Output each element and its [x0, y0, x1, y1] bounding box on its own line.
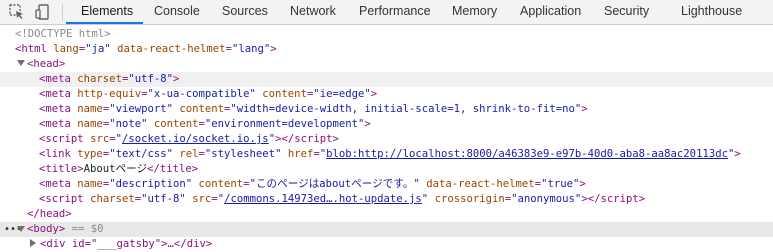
- attr-name: href: [287, 148, 314, 160]
- selected-node-marker: == $0: [65, 223, 104, 235]
- tab-application[interactable]: Application: [520, 0, 581, 24]
- dom-node-title[interactable]: <title>Aboutページ</title>: [0, 162, 773, 177]
- attr-name: content: [153, 118, 199, 130]
- meta-tag: meta: [45, 88, 71, 100]
- link-tag: link: [45, 148, 71, 160]
- attr-name: src: [192, 193, 212, 205]
- attr-value: "environment=development": [204, 118, 365, 130]
- tab-lighthouse[interactable]: Lighthouse: [681, 0, 742, 24]
- devtools-toolbar: Elements Console Sources Network Perform…: [0, 0, 773, 25]
- doctype-text: <!DOCTYPE html>: [15, 28, 111, 40]
- attr-name: type: [77, 148, 103, 160]
- attr-value: "viewport": [109, 103, 173, 115]
- meta-tag: meta: [45, 118, 71, 130]
- attr-name: content: [179, 103, 225, 115]
- attr-name: src: [90, 133, 110, 145]
- inspect-element-icon[interactable]: [8, 3, 26, 21]
- tab-sources[interactable]: Sources: [222, 0, 268, 24]
- attr-value: "utf-8": [141, 193, 186, 205]
- device-toolbar-icon[interactable]: [34, 3, 52, 21]
- attr-name: charset: [90, 193, 135, 205]
- title-text: Aboutページ: [83, 163, 148, 175]
- attr-name: content: [198, 178, 244, 190]
- toolbar-separator: [62, 4, 63, 21]
- script-close-tag: script: [600, 193, 639, 205]
- dom-node-head-close[interactable]: </head>: [0, 207, 773, 222]
- attr-name: data-react-helmet: [426, 178, 535, 190]
- head-close-tag: head: [39, 208, 66, 220]
- dom-node-script-socket[interactable]: <script src="/socket.io/socket.io.js"></…: [0, 132, 773, 147]
- dom-node-meta-charset[interactable]: <meta charset="utf-8">: [0, 72, 773, 87]
- tab-console[interactable]: Console: [154, 0, 200, 24]
- expand-triangle-icon[interactable]: [17, 60, 25, 66]
- attr-value: "anonymous": [511, 193, 582, 205]
- dom-node-meta-viewport[interactable]: <meta name="viewport" content="width=dev…: [0, 102, 773, 117]
- dom-node-head[interactable]: <head>: [0, 57, 773, 72]
- dom-node-body[interactable]: ••• <body> == $0: [0, 222, 773, 237]
- tab-elements[interactable]: Elements: [81, 0, 133, 24]
- html-attr-name: data-react-helmet: [117, 43, 226, 55]
- tab-security[interactable]: Security: [604, 0, 649, 24]
- attr-value: "このページはaboutページです。": [249, 178, 420, 190]
- stylesheet-href-link[interactable]: blob:http://localhost:8000/a46383e9-e97b…: [326, 148, 728, 160]
- attr-name: rel: [179, 148, 199, 160]
- script-close-tag: script: [294, 133, 333, 145]
- dom-node-meta-note[interactable]: <meta name="note" content="environment=d…: [0, 117, 773, 132]
- attr-value: "ie=edge": [313, 88, 371, 100]
- attr-value: "utf-8": [128, 73, 173, 85]
- attr-value: "text/css": [109, 148, 173, 160]
- attr-value: "description": [109, 178, 193, 190]
- tab-network[interactable]: Network: [290, 0, 336, 24]
- dom-node-gatsby-div[interactable]: <div id="___gatsby">…</div>: [0, 237, 773, 252]
- html-attr-value: "ja": [85, 43, 111, 55]
- dom-node-link-stylesheet[interactable]: <link type="text/css" rel="stylesheet" h…: [0, 147, 773, 162]
- title-tag: title: [45, 163, 78, 175]
- dom-node-doctype[interactable]: <!DOCTYPE html>: [0, 27, 773, 42]
- script-src-link[interactable]: /commons.14973ed….hot-update.js: [224, 193, 422, 205]
- attr-value: "width=device-width, initial-scale=1, sh…: [230, 103, 582, 115]
- meta-tag: meta: [45, 178, 71, 190]
- attr-name: name: [77, 103, 103, 115]
- attr-name: content: [262, 88, 307, 100]
- attr-value: "note": [109, 118, 148, 130]
- dom-node-html[interactable]: <html lang="ja" data-react-helmet="lang"…: [0, 42, 773, 57]
- tab-performance[interactable]: Performance: [359, 0, 431, 24]
- html-attr-value: "lang": [231, 43, 271, 55]
- html-attr-name: lang: [53, 43, 79, 55]
- head-tag: head: [33, 58, 59, 70]
- attr-value: "true": [541, 178, 580, 190]
- attr-value: "x-ua-compatible": [147, 88, 256, 100]
- tab-memory[interactable]: Memory: [452, 0, 497, 24]
- dom-tree: <!DOCTYPE html> <html lang="ja" data-rea…: [0, 25, 773, 250]
- script-tag: script: [45, 193, 84, 205]
- dom-node-meta-http-equiv[interactable]: <meta http-equiv="x-ua-compatible" conte…: [0, 87, 773, 102]
- dom-node-script-hot-update[interactable]: <script charset="utf-8" src="/commons.14…: [0, 192, 773, 207]
- script-tag: script: [45, 133, 84, 145]
- html-tag: html: [21, 43, 47, 55]
- gatsby-div-text: <div id="___gatsby">…</div>: [40, 238, 213, 250]
- collapse-triangle-icon[interactable]: [30, 239, 36, 247]
- attr-name: charset: [77, 73, 122, 85]
- active-tab-indicator: [66, 22, 143, 24]
- body-tag: body: [33, 223, 59, 235]
- dom-node-meta-description[interactable]: <meta name="description" content="このページは…: [0, 177, 773, 192]
- attr-name: crossorigin: [434, 193, 505, 205]
- script-src-link[interactable]: /socket.io/socket.io.js: [122, 133, 269, 145]
- expand-triangle-icon[interactable]: [17, 226, 25, 232]
- meta-tag: meta: [45, 103, 71, 115]
- attr-value: "stylesheet": [204, 148, 282, 160]
- meta-tag: meta: [45, 73, 71, 85]
- attr-name: name: [77, 118, 103, 130]
- attr-name: name: [77, 178, 103, 190]
- attr-name: http-equiv: [77, 88, 142, 100]
- title-close-tag: title: [159, 163, 192, 175]
